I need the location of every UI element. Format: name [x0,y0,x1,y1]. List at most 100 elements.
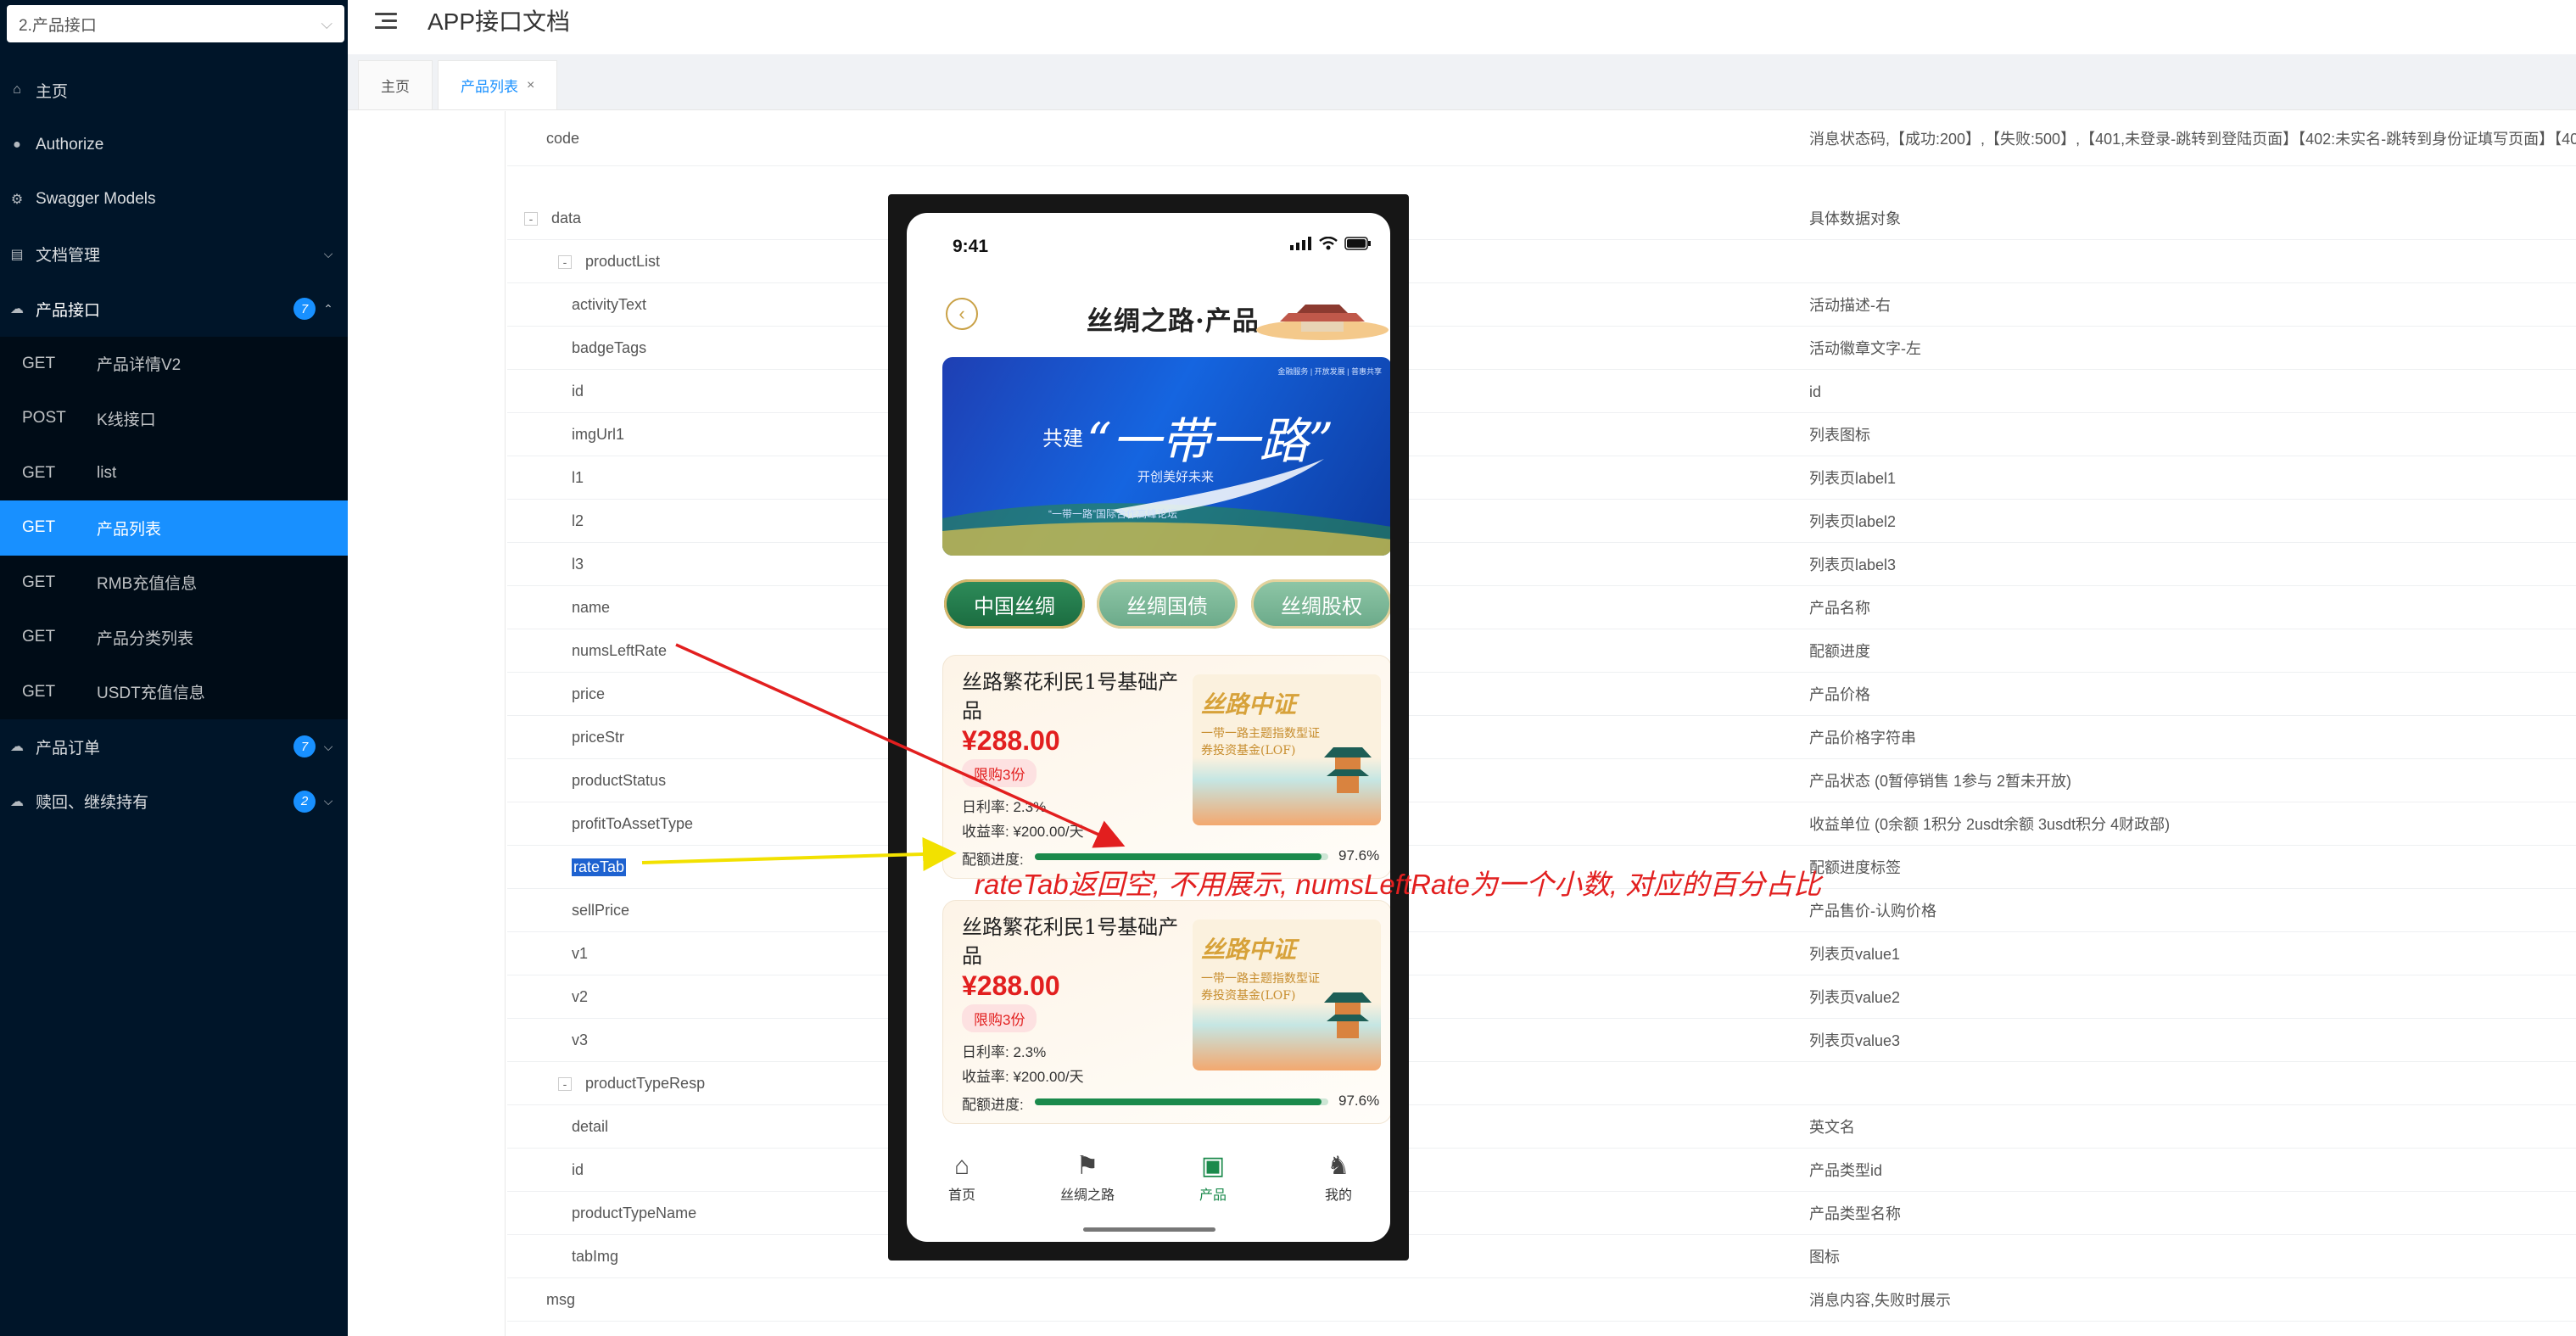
api-item[interactable]: GET list [0,446,348,501]
product-card[interactable]: 丝路繁花利民1号基础产品 ¥288.00 限购3份 日利率: 2.3% 收益率:… [942,655,1390,879]
field-name: id [572,1149,584,1192]
field-name: id [572,370,584,413]
field-description: 图标 [1809,1248,1840,1266]
api-item[interactable]: GET RMB充值信息 [0,556,348,611]
chevron-down-icon: ⌵ [323,247,333,261]
field-description: 产品类型id [1809,1161,1883,1179]
group-select[interactable]: 2.产品接口 ⌵ [7,5,344,42]
field-name-text: l3 [572,556,584,573]
field-name: tabImg [572,1235,618,1278]
field-description: 列表页value1 [1809,945,1901,963]
camel-icon: ♞ [1327,1152,1350,1180]
field-description: 列表图标 [1809,426,1870,444]
home-icon: ⌂ [13,82,21,98]
api-item[interactable]: GET USDT充值信息 [0,665,348,720]
menu-fold-icon[interactable] [375,11,400,30]
category-tab[interactable]: 丝绸国债 [1097,579,1238,629]
api-item[interactable]: POST K线接口 [0,391,348,446]
field-name-text: rateTab [572,858,627,876]
count-badge: 7 [293,298,316,321]
field-name-text: v1 [572,945,589,962]
tabbar-item-silkroad[interactable]: ⚑ 丝绸之路 [1041,1149,1134,1204]
field-name: code [546,111,579,166]
field-name-text: id [572,383,584,400]
sidebar-item-swagger-models[interactable]: ⚙ Swagger Models [0,172,348,227]
api-item[interactable]: GET 产品分类列表 [0,610,348,665]
api-method: GET [22,628,56,646]
status-icons [1290,237,1372,250]
field-name-text: productStatus [572,772,667,789]
field-name-text: productTypeName [572,1205,697,1221]
tabbar-item-home[interactable]: ⌂ 首页 [915,1149,1009,1204]
table-row: l2列表页label2strin [507,500,2576,543]
table-row: id产品类型idinte [507,1149,2576,1192]
sidebar-item-label: 产品订单 [36,739,101,757]
progress-fill [1035,853,1322,860]
category-tab[interactable]: 丝绸股权 [1251,579,1390,629]
field-description: 列表页value3 [1809,1031,1901,1049]
field-description: 产品类型名称 [1809,1205,1901,1222]
close-icon[interactable]: × [527,78,534,93]
key-icon: ● [13,137,21,152]
collapse-toggle-icon[interactable]: - [558,254,572,269]
pagoda-icon [1324,992,1372,1038]
collapse-toggle-icon[interactable]: - [524,211,538,226]
api-label: RMB充值信息 [97,575,198,594]
image-title: 丝路中证 [1201,690,1297,718]
table-row: imgUrl1列表图标strin [507,413,2576,456]
back-icon[interactable]: ‹ [946,298,978,330]
table-row: activityText活动描述-右strin [507,283,2576,327]
field-name-text: badgeTags [572,339,647,356]
field-description [1809,240,2576,283]
sidebar-item-authorize[interactable]: ● Authorize [0,118,348,173]
sidebar-item-redeem[interactable]: ☁ 赎回、继续持有 2 ⌵ [0,774,348,830]
promo-banner[interactable]: 金融服务 | 开放发展 | 普惠共享 共建 “一带一路” 开创美好未来 “一带一… [942,357,1390,556]
field-name-text: data [551,210,582,226]
count-badge: 7 [293,735,316,758]
progress-fill [1035,1098,1322,1105]
sidebar-item-label: Authorize [36,135,104,154]
field-name-text: l2 [572,512,584,529]
table-row: productStatus产品状态 (0暂停销售 1参与 2暂未开放)strin [507,759,2576,802]
table-row: productTypeName产品类型名称strin [507,1192,2576,1235]
product-image: 丝路中证 一带一路主题指数型证券投资基金(LOF) [1193,920,1381,1070]
field-description: 产品状态 (0暂停销售 1参与 2暂未开放) [1809,772,2072,790]
tab-home[interactable]: 主页 [358,60,433,109]
sidebar-item-docs[interactable]: ▤ 文档管理 ⌵ [0,227,348,282]
image-title: 丝路中证 [1201,936,1297,964]
tabbar-item-product[interactable]: ▣ 产品 [1166,1149,1260,1204]
api-item[interactable]: GET 产品详情V2 [0,337,348,392]
api-method: GET [22,463,56,482]
cloud-icon: ☁ [10,302,24,317]
sidebar-item-product-order[interactable]: ☁ 产品订单 7 ⌵ [0,719,348,774]
tabbar-label: 丝绸之路 [1059,1188,1115,1203]
collapse-toggle-icon[interactable]: - [558,1076,572,1091]
docs-icon: ▤ [10,247,24,262]
field-description: 列表页label1 [1809,469,1897,487]
field-name-text: code [546,130,580,147]
field-name-text: tabImg [572,1248,619,1265]
table-row: profitToAssetType 收益单位 (0余额 1积分 2usdt余额 3… [507,802,2576,846]
api-item-active[interactable]: GET 产品列表 [0,500,348,556]
table-row: priceStr产品价格字符串strin [507,716,2576,759]
sidebar-item-home[interactable]: ⌂ 主页 [0,63,348,118]
field-name-text: msg [546,1291,576,1308]
progress-label: 配额进度: [962,1097,1024,1113]
field-description: 产品名称 [1809,599,1870,617]
api-label: list [97,463,117,482]
field-name-text: priceStr [572,729,625,746]
product-card[interactable]: 丝路繁花利民1号基础产品 ¥288.00 限购3份 日利率: 2.3% 收益率:… [942,900,1390,1124]
table-row: msg消息内容,失败时展示strin [507,1278,2576,1322]
banner-top-text: 金融服务 | 开放发展 | 普惠共享 [1277,367,1382,376]
field-name: detail [572,1105,608,1149]
category-tab-active[interactable]: 中国丝绸 [944,579,1085,629]
tabbar-item-mine[interactable]: ♞ 我的 [1292,1149,1385,1204]
tabbar-label: 首页 [947,1188,975,1203]
field-name: l2 [572,500,584,543]
box-icon: ▣ [1200,1152,1226,1180]
field-description: 具体数据对象 [1809,210,1901,227]
api-label: 产品列表 [97,520,162,539]
tab-product-list[interactable]: 产品列表 × [438,60,558,109]
house-icon: ⌂ [953,1152,970,1180]
sidebar-item-product-api[interactable]: ☁ 产品接口 7 ⌃ [0,282,348,337]
